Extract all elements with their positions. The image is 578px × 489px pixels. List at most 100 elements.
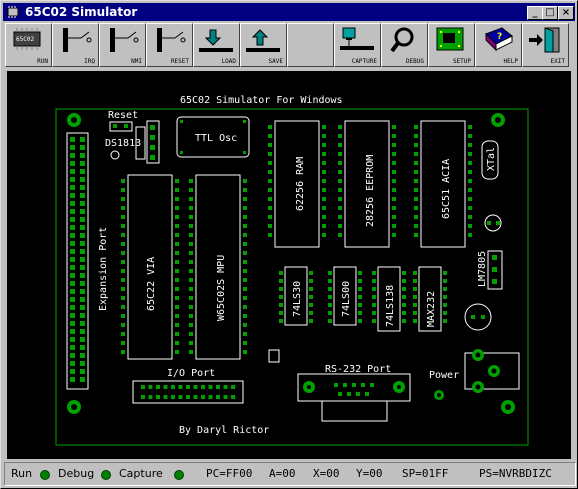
reset-button[interactable]: RESET (146, 23, 193, 67)
pin-pad (356, 392, 360, 396)
pin-pad (414, 134, 418, 138)
pin-pad (189, 296, 193, 300)
nmi-button[interactable]: NMI (99, 23, 146, 67)
load-button[interactable]: LOAD (193, 23, 240, 67)
pin-pad (243, 233, 247, 237)
pin-pad (121, 305, 125, 309)
save-button[interactable]: SAVE (240, 23, 287, 67)
reset-switch-icon (157, 28, 186, 52)
pin-pad (322, 197, 326, 201)
pin-pad (189, 314, 193, 318)
pin-pad (80, 297, 85, 302)
pin-pad (243, 305, 247, 309)
pin-pad (70, 353, 75, 358)
pin-pad (413, 295, 417, 299)
pin-pad (268, 170, 272, 174)
pin-pad (468, 206, 472, 210)
pin-pad (268, 197, 272, 201)
io-port (132, 380, 244, 404)
irq-button[interactable]: IRQ (52, 23, 99, 67)
pin-pad (392, 152, 396, 156)
toolbar: 65C02 RUN IRQ NMI RESET LOAD SAVE CAPTUR… (3, 23, 575, 67)
pin-pad (243, 332, 247, 336)
save-arrow-icon (246, 29, 280, 52)
pin-pad (70, 233, 75, 238)
exit-door-icon (529, 27, 560, 53)
pin-pad (189, 269, 193, 273)
pin-pad (372, 295, 376, 299)
exit-button[interactable]: EXIT (522, 23, 569, 67)
capture-button[interactable]: CAPTURE (334, 23, 381, 67)
svg-text:?: ? (497, 32, 502, 42)
pin-pad (80, 337, 85, 342)
blank-toolbar-slot (287, 23, 334, 67)
pin-pad (372, 319, 376, 323)
debug-button[interactable]: DEBUG (381, 23, 428, 67)
title-bar[interactable]: 65C02 Simulator _ □ × (3, 3, 575, 21)
pin-pad (189, 197, 193, 201)
pin-pad (243, 251, 247, 255)
via-label: 65C22 VIA (146, 257, 157, 311)
pin-pad (402, 287, 406, 291)
pin-pad (231, 395, 235, 399)
pin-pad (243, 188, 247, 192)
pin-pad (175, 251, 179, 255)
pin-pad (201, 385, 205, 389)
pin-pad (413, 271, 417, 275)
pin-pad (338, 188, 342, 192)
mounting-holes (67, 113, 515, 414)
pin-pad (70, 289, 75, 294)
pin-pad (328, 279, 332, 283)
pin-pad (358, 279, 362, 283)
pin-pad (322, 125, 326, 129)
pin-pad (468, 170, 472, 174)
pin-pad (443, 319, 447, 323)
pin-pad (189, 287, 193, 291)
pin-pad (70, 145, 75, 150)
run-button[interactable]: 65C02 RUN (5, 23, 52, 67)
pin-pad (309, 303, 313, 307)
io-port-label: I/O Port (167, 368, 215, 379)
pin-pad (352, 383, 356, 387)
pin-pad (189, 341, 193, 345)
help-button[interactable]: ? HELP (475, 23, 522, 67)
pin-pad (175, 233, 179, 237)
pin-pad (392, 161, 396, 165)
pin-pad (80, 329, 85, 334)
close-button[interactable]: × (558, 6, 574, 20)
pin-pad (189, 260, 193, 264)
pin-pad (141, 385, 145, 389)
pin-pad (70, 225, 75, 230)
nmi-switch-icon (110, 28, 139, 52)
pin-pad (208, 385, 213, 389)
pin-pad (175, 206, 179, 210)
small-capacitor (268, 349, 280, 363)
setup-button[interactable]: SETUP (428, 23, 475, 67)
pin-pad (372, 303, 376, 307)
pin-pad (468, 125, 472, 129)
pin-pad (80, 169, 85, 174)
pin-pad (70, 345, 75, 350)
pin-pad (322, 143, 326, 147)
pin-pad (361, 383, 365, 387)
pin-pad (338, 224, 342, 228)
pin-pad (80, 305, 85, 310)
pin-pad (121, 233, 125, 237)
pin-pad (156, 385, 160, 389)
pin-pad (243, 224, 247, 228)
ls138-label: 74LS138 (385, 285, 396, 327)
pin-pad (413, 311, 417, 315)
maximize-button[interactable]: □ (542, 6, 558, 20)
ds1813-component (110, 150, 120, 160)
pin-pad (413, 303, 417, 307)
pin-pad (328, 319, 332, 323)
pin-pad (80, 225, 85, 230)
pin-pad (392, 197, 396, 201)
minimize-button[interactable]: _ (527, 6, 543, 20)
pin-pad (279, 271, 283, 275)
board-canvas: 65C02 Simulator For Windows Reset DS1813… (55, 95, 529, 446)
pin-pad (70, 313, 75, 318)
pin-pad (322, 170, 326, 174)
pin-pad (189, 206, 193, 210)
pin-pad (175, 296, 179, 300)
